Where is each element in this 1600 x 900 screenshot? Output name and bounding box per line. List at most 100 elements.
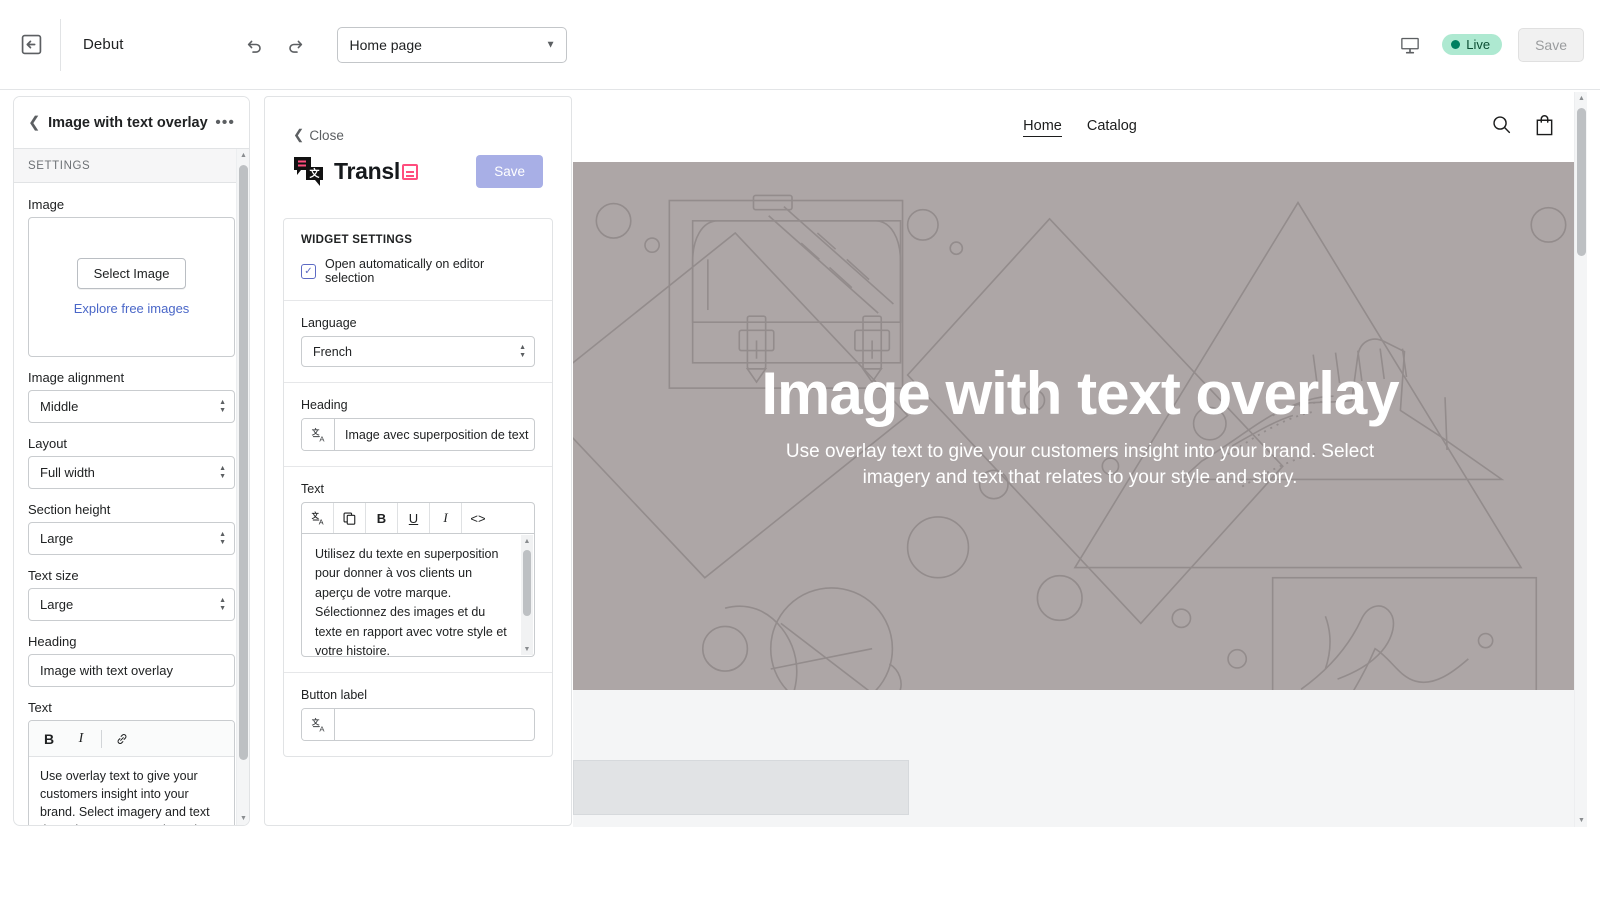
store-header-icons <box>1491 114 1555 141</box>
language-select[interactable]: French ▲▼ <box>301 336 535 367</box>
scrollbar-thumb[interactable] <box>523 550 531 616</box>
link-icon <box>115 732 129 746</box>
store-nav: Home Catalog <box>1023 118 1137 137</box>
nav-item-catalog[interactable]: Catalog <box>1087 118 1137 136</box>
sidebar-more-button[interactable]: ••• <box>215 115 235 131</box>
bold-button[interactable]: B <box>366 503 398 533</box>
copy-icon <box>342 511 357 526</box>
top-toolbar: Debut Home page ▼ Liv <box>0 0 1600 90</box>
preview-placeholder-block <box>573 760 909 815</box>
scroll-up-icon[interactable]: ▲ <box>237 149 250 162</box>
text-textarea[interactable]: Use overlay text to give your customers … <box>29 757 234 826</box>
settings-group-label: SETTINGS <box>14 149 249 183</box>
preview-scrollbar[interactable]: ▲ ▼ <box>1574 92 1587 827</box>
layout-value: Full width <box>40 465 95 480</box>
heading-translate-button[interactable]: 文 A <box>302 419 335 450</box>
explore-free-images-link[interactable]: Explore free images <box>74 301 190 316</box>
undo-icon <box>244 35 264 55</box>
button-label-input[interactable] <box>335 709 534 740</box>
image-picker[interactable]: Select Image Explore free images <box>28 217 235 357</box>
live-dot-icon <box>1451 40 1460 49</box>
scroll-down-icon[interactable]: ▼ <box>521 643 533 655</box>
scroll-up-icon[interactable]: ▲ <box>1575 92 1587 105</box>
button-label-field: 文 A <box>301 708 535 741</box>
live-label: Live <box>1466 37 1490 52</box>
translate-widget-panel: ❮ Close 文 Transl Save WIDGET SETTINGS ✓ … <box>264 96 572 826</box>
toolbar-divider <box>101 730 102 748</box>
field-layout: Layout Full width ▲▼ <box>28 436 235 489</box>
translated-heading-input[interactable]: Image avec superposition de text <box>335 419 534 450</box>
redo-button[interactable] <box>280 29 312 61</box>
scrollbar-thumb[interactable] <box>1577 108 1586 256</box>
underline-button[interactable]: U <box>398 503 430 533</box>
search-button[interactable] <box>1491 114 1512 140</box>
sidebar-body: Image Select Image Explore free images I… <box>14 183 249 826</box>
store-preview: Home Catalog <box>573 92 1587 827</box>
copy-button[interactable] <box>334 503 366 533</box>
preview-next-section <box>573 690 1587 827</box>
scrollbar-thumb[interactable] <box>239 165 248 760</box>
translate-icon: 文 A <box>310 426 327 443</box>
translate-badge-icon <box>402 164 418 180</box>
bottom-strip <box>0 852 1600 900</box>
field-image-alignment: Image alignment Middle ▲▼ <box>28 370 235 423</box>
auto-open-row[interactable]: ✓ Open automatically on editor selection <box>301 257 535 285</box>
undo-button[interactable] <box>238 29 270 61</box>
italic-button[interactable]: I <box>430 503 462 533</box>
field-text-size: Text size Large ▲▼ <box>28 568 235 621</box>
field-image: Image Select Image Explore free images <box>28 197 235 357</box>
image-alignment-select[interactable]: Middle ▲▼ <box>28 390 235 423</box>
nav-item-home[interactable]: Home <box>1023 118 1062 137</box>
sidebar-scrollbar[interactable]: ▲ ▼ <box>236 149 249 825</box>
hero-section: Image with text overlay Use overlay text… <box>573 162 1587 690</box>
live-status-badge[interactable]: Live <box>1442 34 1502 55</box>
save-button[interactable]: Save <box>1518 28 1584 62</box>
auto-open-checkbox[interactable]: ✓ <box>301 264 316 279</box>
scroll-down-icon[interactable]: ▼ <box>237 812 250 825</box>
stepper-icon: ▲▼ <box>219 400 226 414</box>
scroll-down-icon[interactable]: ▼ <box>1575 814 1587 827</box>
page-selector[interactable]: Home page ▼ <box>337 27 567 63</box>
close-label: Close <box>309 128 344 143</box>
device-preview-button[interactable] <box>1394 29 1426 61</box>
translated-heading-label: Heading <box>301 398 535 412</box>
layout-select[interactable]: Full width ▲▼ <box>28 456 235 489</box>
svg-text:A: A <box>318 517 323 526</box>
rte-toolbar: B I <box>29 721 234 757</box>
widget-save-button[interactable]: Save <box>476 155 543 188</box>
text-label: Text <box>28 700 235 715</box>
exit-editor-button[interactable] <box>14 28 48 62</box>
button-label-translate-button[interactable]: 文 A <box>302 709 335 740</box>
translated-heading-group: Heading 文 A Image avec superposition de … <box>284 383 552 467</box>
language-label: Language <box>301 316 535 330</box>
svg-text:文: 文 <box>311 717 319 727</box>
italic-button[interactable]: I <box>65 725 97 753</box>
translated-text-scrollbar[interactable]: ▲ ▼ <box>521 535 533 655</box>
section-height-value: Large <box>40 531 73 546</box>
cart-button[interactable] <box>1534 114 1555 141</box>
heading-input[interactable]: Image with text overlay <box>28 654 235 687</box>
translate-button[interactable]: 文 A <box>302 503 334 533</box>
svg-text:A: A <box>319 434 325 443</box>
link-button[interactable] <box>106 725 138 753</box>
section-settings-sidebar: ❮ Image with text overlay ••• SETTINGS I… <box>13 96 250 826</box>
button-label-group: Button label 文 A <box>284 673 552 756</box>
translated-text-group: Text 文 A <box>284 467 552 673</box>
text-size-value: Large <box>40 597 73 612</box>
translate-icon: 文 A <box>310 716 327 733</box>
text-size-select[interactable]: Large ▲▼ <box>28 588 235 621</box>
select-image-button[interactable]: Select Image <box>77 258 187 289</box>
section-height-select[interactable]: Large ▲▼ <box>28 522 235 555</box>
close-widget-button[interactable]: ❮ Close <box>293 127 344 143</box>
field-section-height: Section height Large ▲▼ <box>28 502 235 555</box>
auto-open-label: Open automatically on editor selection <box>325 257 535 285</box>
code-button[interactable]: <> <box>462 503 494 533</box>
bold-button[interactable]: B <box>33 725 65 753</box>
scroll-up-icon[interactable]: ▲ <box>521 535 533 547</box>
hero-text: Use overlay text to give your customers … <box>750 439 1410 490</box>
sidebar-back-button[interactable]: ❮ <box>28 115 41 130</box>
redo-icon <box>286 35 306 55</box>
desktop-icon <box>1399 34 1421 56</box>
toolbar-divider <box>60 19 61 71</box>
translated-text-area[interactable]: Utilisez du texte en superposition pour … <box>302 534 534 656</box>
